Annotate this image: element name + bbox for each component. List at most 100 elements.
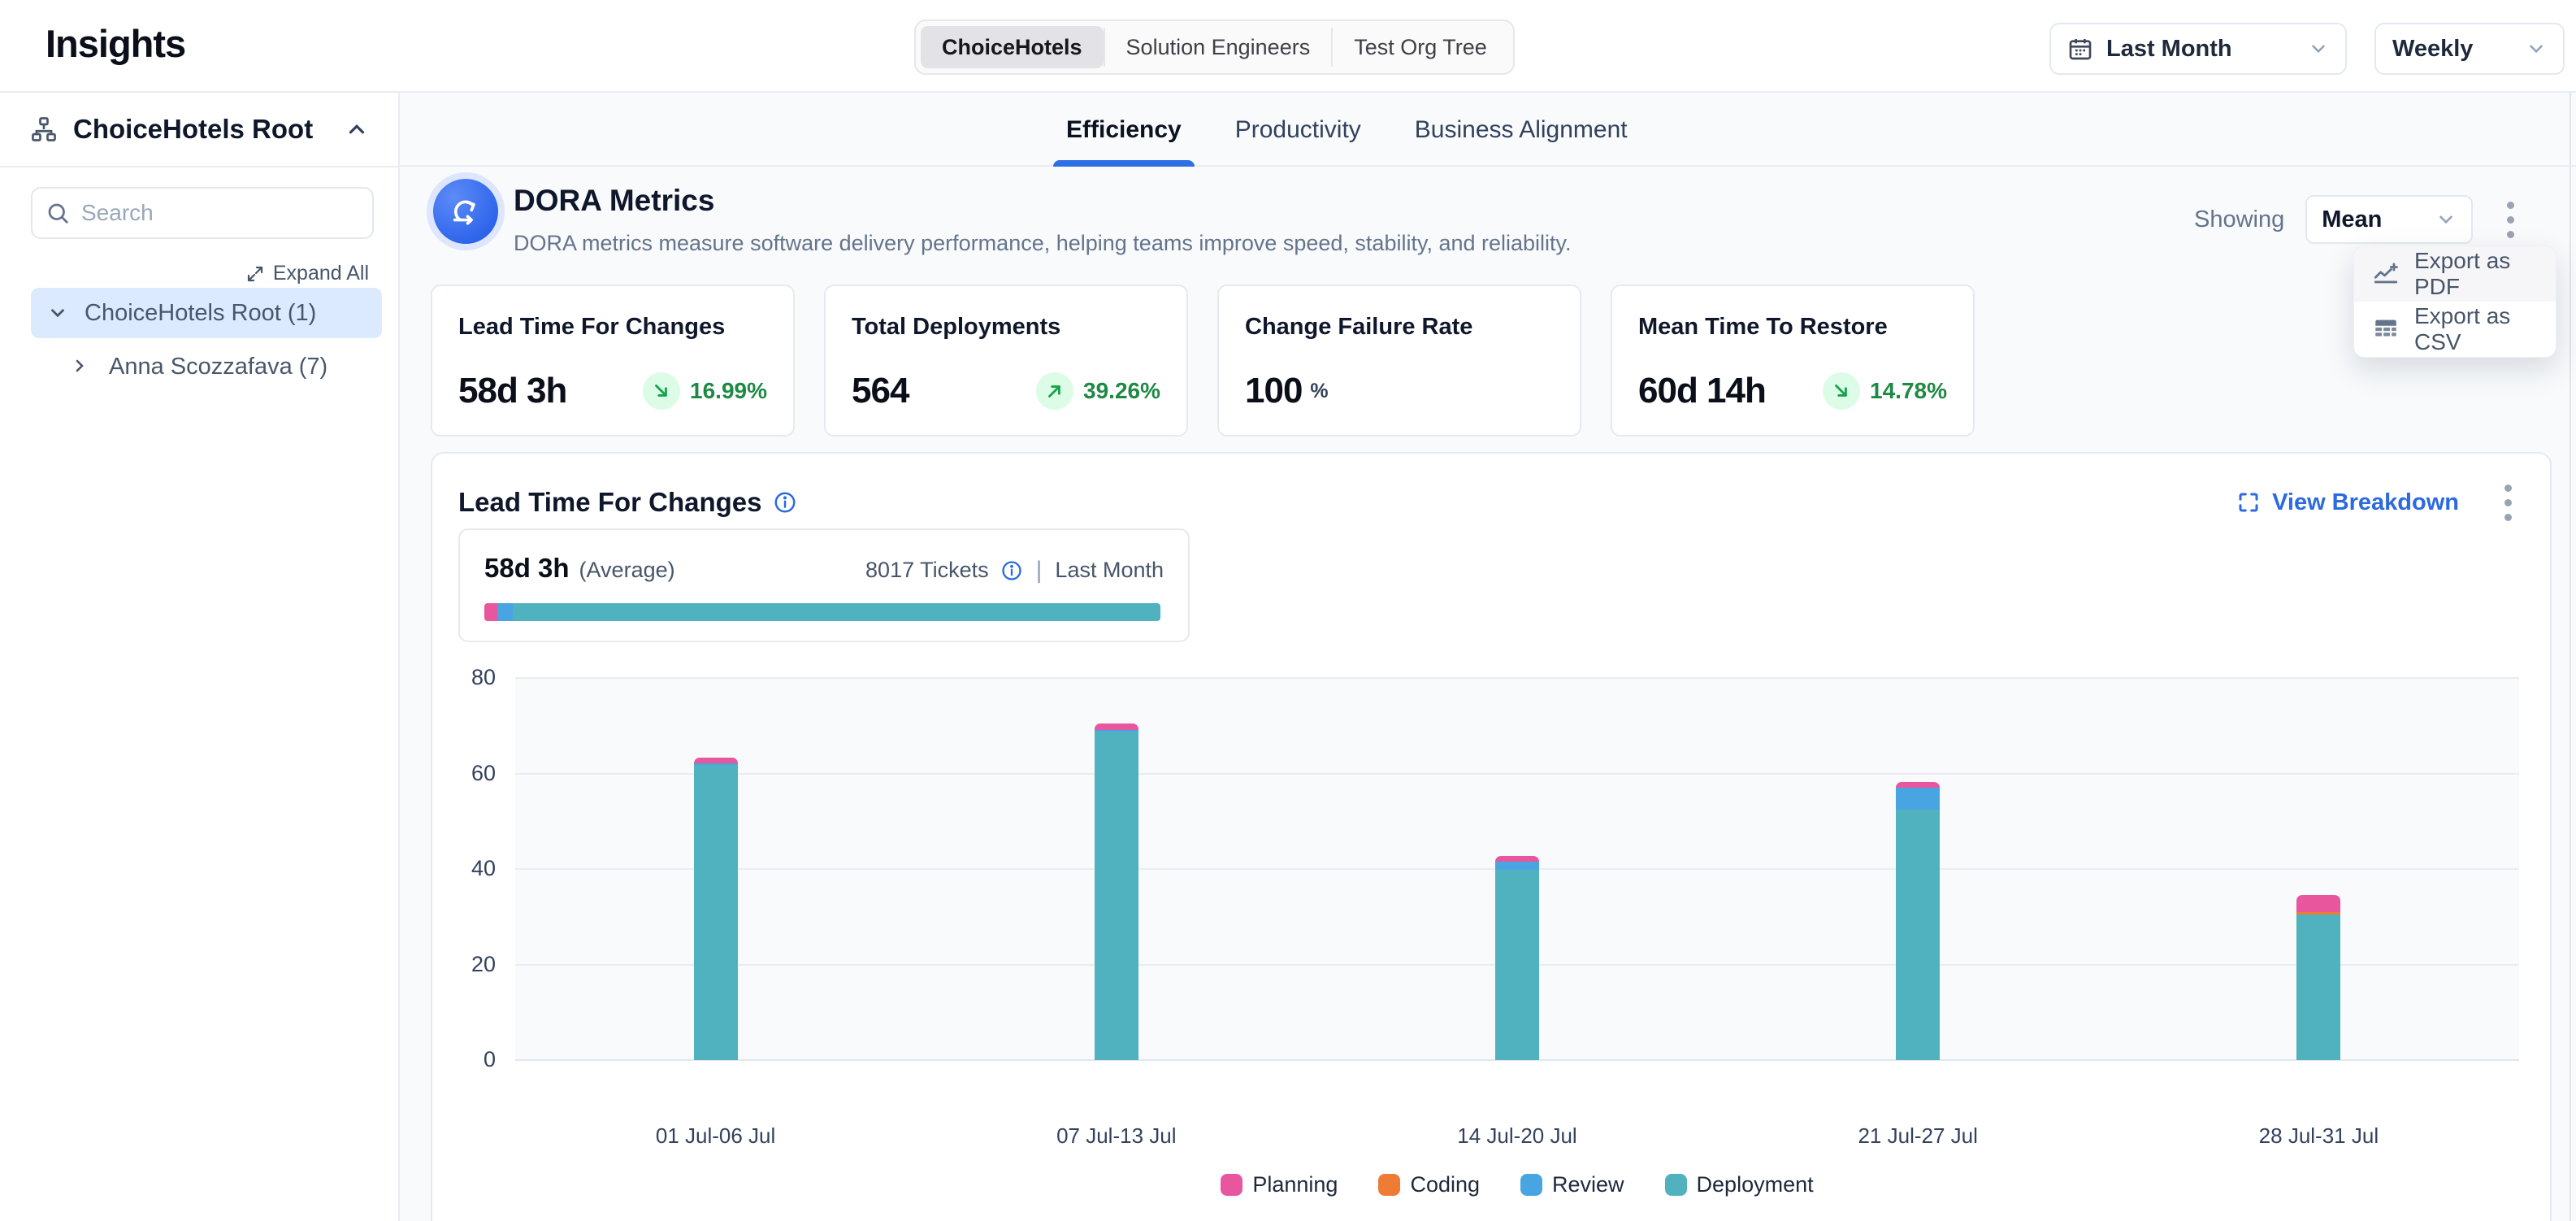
- table-icon: [2372, 315, 2400, 343]
- granularity-value: Weekly: [2392, 36, 2473, 63]
- gridline-80: [515, 677, 2519, 679]
- bar-deployment-week-5[interactable]: [2296, 915, 2340, 1060]
- scroll-edge-divider: [2569, 93, 2571, 1221]
- chevron-right-icon[interactable]: [70, 356, 91, 377]
- metric-card-delta-arrow-3: [1823, 372, 1860, 410]
- chart-title: Lead Time For Changes: [458, 487, 761, 518]
- dora-cycle-icon: [433, 179, 498, 244]
- dora-more-menu-button[interactable]: [2494, 195, 2526, 244]
- chevron-down-icon[interactable]: [47, 302, 68, 324]
- bar-planning-week-3[interactable]: [1495, 856, 1539, 862]
- tree-item-anna-scozzafava[interactable]: Anna Scozzafava (7): [70, 343, 379, 390]
- lead-time-chart-card: Lead Time For Changes View Breakdown 58d…: [431, 452, 2552, 1221]
- tree-item-label: Anna Scozzafava (7): [109, 354, 327, 380]
- average-summary-box: 58d 3h (Average) 8017 Tickets | Last Mon…: [458, 528, 1190, 642]
- y-tick-label: 80: [439, 665, 496, 690]
- chart-export-icon: [2372, 260, 2400, 288]
- sidebar-search: [31, 187, 374, 239]
- insights-app: Insights ChoiceHotels Solution Engineers…: [0, 0, 2576, 1221]
- tab-business-alignment[interactable]: Business Alignment: [1412, 93, 1631, 167]
- chart-legend: Planning Coding Review Deployment: [515, 1172, 2519, 1197]
- bar-planning-week-4[interactable]: [1896, 782, 1940, 788]
- legend-swatch: [1665, 1174, 1687, 1196]
- chart-more-menu-button[interactable]: [2491, 478, 2524, 527]
- chevron-down-icon: [2308, 38, 2329, 59]
- sidebar-header: ChoiceHotels Root: [0, 93, 398, 167]
- stacked-bar-plot: [515, 678, 2519, 1060]
- bar-deployment-week-1[interactable]: [694, 765, 738, 1060]
- period-label: Last Month: [1055, 558, 1164, 583]
- expand-all-button[interactable]: Expand All: [245, 262, 369, 285]
- export-as-csv-menu-item[interactable]: Export as CSV: [2354, 302, 2556, 357]
- org-tab-solution-engineers[interactable]: Solution Engineers: [1105, 26, 1332, 68]
- view-breakdown-button[interactable]: View Breakdown: [2236, 489, 2459, 516]
- org-sidebar: ChoiceHotels Root Expand All ChoiceHotel…: [0, 93, 400, 1221]
- org-tab-choicehotels[interactable]: ChoiceHotels: [921, 26, 1104, 68]
- metric-card-mean-time-to-restore: Mean Time To Restore 60d 14h 14.78%: [1611, 285, 1975, 437]
- y-tick-label: 20: [439, 952, 496, 977]
- legend-item-deployment[interactable]: Deployment: [1665, 1172, 1814, 1197]
- tree-item-label: ChoiceHotels Root (1): [85, 300, 316, 327]
- granularity-select[interactable]: Weekly: [2374, 23, 2565, 75]
- dora-section-description: DORA metrics measure software delivery p…: [514, 231, 1572, 256]
- average-value: 58d 3h: [484, 553, 570, 584]
- legend-item-review[interactable]: Review: [1520, 1172, 1624, 1197]
- metric-card-delta-arrow-0: [643, 372, 680, 410]
- date-range-select[interactable]: Last Month: [2049, 23, 2347, 75]
- bar-deployment-week-2[interactable]: [1095, 732, 1138, 1060]
- tab-productivity[interactable]: Productivity: [1232, 93, 1364, 167]
- expand-diagonal-icon: [245, 264, 265, 284]
- delta-badge: 14.78%: [1823, 372, 1947, 410]
- metric-card-total-deployments: Total Deployments 564 39.26%: [824, 285, 1188, 437]
- showing-controls: Showing Mean: [2194, 195, 2526, 244]
- collapse-panel-chevron-up-icon[interactable]: [345, 117, 369, 141]
- gridline-60: [515, 773, 2519, 775]
- bar-planning-week-5[interactable]: [2296, 895, 2340, 912]
- aggregation-value: Mean: [2322, 206, 2435, 233]
- search-input[interactable]: [81, 200, 359, 226]
- org-tree-icon: [29, 115, 59, 144]
- top-header: Insights ChoiceHotels Solution Engineers…: [0, 0, 2576, 93]
- bar-review-week-2[interactable]: [1095, 730, 1138, 732]
- bar-review-week-1[interactable]: [694, 763, 738, 765]
- calendar-icon: [2067, 36, 2093, 62]
- expand-corners-icon: [2236, 490, 2261, 515]
- search-icon: [46, 201, 70, 225]
- info-icon[interactable]: [1000, 559, 1023, 582]
- metric-card-delta-arrow-1: [1036, 372, 1073, 410]
- x-tick-label: 28 Jul-31 Jul: [2197, 1123, 2440, 1149]
- export-as-pdf-menu-item[interactable]: Export as PDF: [2354, 246, 2556, 302]
- progress-segment-planning: [484, 603, 497, 621]
- bar-coding-week-5[interactable]: [2296, 912, 2340, 914]
- bar-deployment-week-3[interactable]: [1495, 870, 1539, 1060]
- bar-review-week-4[interactable]: [1896, 788, 1940, 809]
- org-switcher: ChoiceHotels Solution Engineers Test Org…: [914, 20, 1515, 75]
- dora-section-title: DORA Metrics: [514, 184, 714, 218]
- bar-planning-week-1[interactable]: [694, 758, 738, 763]
- chevron-down-icon: [2526, 38, 2547, 59]
- tree-item-choicehotels-root[interactable]: ChoiceHotels Root (1): [31, 288, 382, 338]
- legend-swatch: [1520, 1174, 1542, 1196]
- sidebar-root-label: ChoiceHotels Root: [73, 114, 330, 145]
- bar-deployment-week-4[interactable]: [1896, 810, 1940, 1060]
- showing-label: Showing: [2194, 206, 2284, 233]
- average-label: (Average): [579, 558, 675, 583]
- metric-card-lead-time: Lead Time For Changes 58d 3h 16.99%: [431, 285, 795, 437]
- progress-segment-review: [497, 603, 513, 621]
- metric-card-change-failure-rate: Change Failure Rate 100 %: [1217, 285, 1581, 437]
- bar-planning-week-2[interactable]: [1095, 723, 1138, 730]
- metric-tabs: Efficiency Productivity Business Alignme…: [1063, 93, 1631, 167]
- y-tick-label: 0: [439, 1047, 496, 1072]
- bar-review-week-3[interactable]: [1495, 862, 1539, 871]
- legend-swatch: [1221, 1174, 1242, 1196]
- tab-efficiency[interactable]: Efficiency: [1063, 93, 1185, 167]
- x-tick-label: 21 Jul-27 Jul: [1796, 1123, 2040, 1149]
- org-tab-test-org-tree[interactable]: Test Org Tree: [1333, 26, 1508, 68]
- legend-item-planning[interactable]: Planning: [1221, 1172, 1338, 1197]
- legend-item-coding[interactable]: Coding: [1378, 1172, 1480, 1197]
- divider: |: [1034, 557, 1044, 584]
- y-tick-label: 60: [439, 761, 496, 786]
- info-icon[interactable]: [773, 490, 797, 515]
- aggregation-select[interactable]: Mean: [2305, 195, 2473, 244]
- delta-badge: 39.26%: [1036, 372, 1160, 410]
